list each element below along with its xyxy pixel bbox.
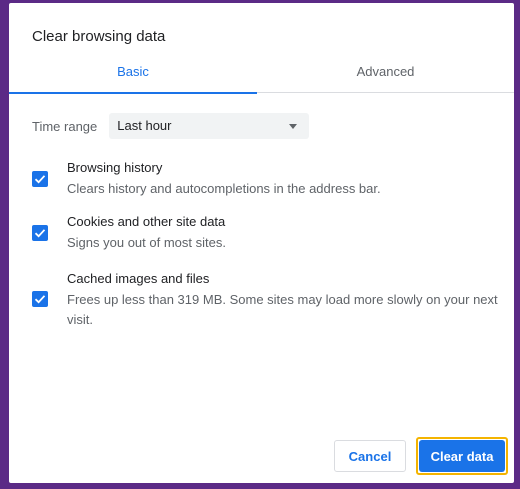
clear-browsing-data-dialog: Clear browsing data Basic Advanced Time …: [9, 3, 514, 483]
option-text: Cached images and files Frees up less th…: [67, 270, 507, 330]
option-description: Frees up less than 319 MB. Some sites ma…: [67, 292, 498, 327]
option-text: Cookies and other site data Signs you ou…: [67, 213, 507, 253]
browsing-history-checkbox[interactable]: [32, 171, 48, 187]
dialog-title: Clear browsing data: [32, 28, 166, 45]
option-title: Cookies and other site data: [67, 214, 226, 229]
option-description: Signs you out of most sites.: [67, 235, 226, 250]
dialog-buttons: Cancel Clear data: [334, 437, 508, 475]
tab-basic-label: Basic: [117, 64, 149, 79]
tab-basic[interactable]: Basic: [9, 55, 257, 94]
tab-advanced-label: Advanced: [356, 64, 415, 79]
cookies-checkbox[interactable]: [32, 225, 48, 241]
checkmark-icon: [34, 229, 46, 238]
cancel-button[interactable]: Cancel: [334, 440, 406, 472]
checkmark-icon: [34, 175, 46, 184]
time-range-select[interactable]: Last hour: [109, 113, 310, 139]
tab-bar: Basic Advanced: [9, 55, 514, 94]
time-range-row: Time range Last hour: [32, 113, 310, 139]
cached-images-checkbox[interactable]: [32, 291, 48, 307]
chevron-down-icon: [289, 124, 298, 129]
option-text: Browsing history Clears history and auto…: [67, 159, 507, 199]
option-description: Clears history and autocompletions in th…: [67, 181, 381, 196]
option-title: Browsing history: [67, 160, 163, 175]
checkmark-icon: [34, 295, 46, 304]
active-tab-indicator: [9, 92, 257, 94]
time-range-value: Last hour: [117, 118, 172, 133]
focus-ring: Clear data: [416, 437, 508, 475]
clear-data-button[interactable]: Clear data: [419, 440, 505, 472]
time-range-label: Time range: [32, 118, 98, 134]
option-title: Cached images and files: [67, 271, 210, 286]
tab-advanced[interactable]: Advanced: [257, 55, 514, 93]
